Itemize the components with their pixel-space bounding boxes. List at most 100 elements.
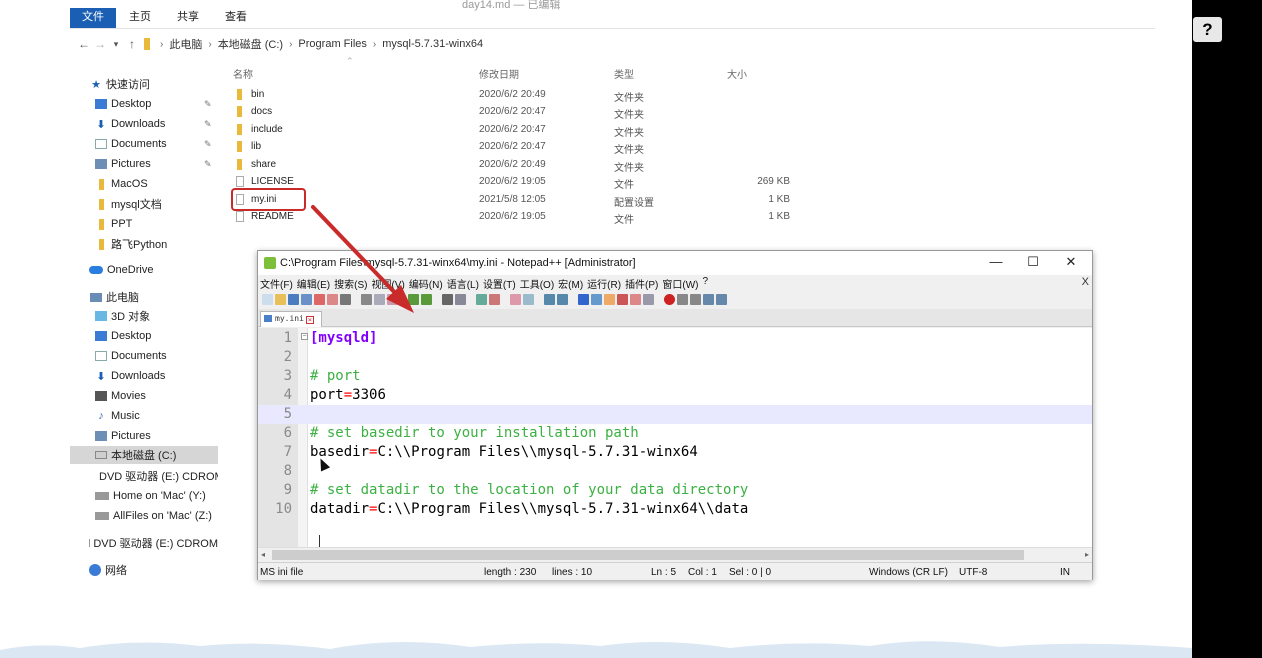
address-bar[interactable]: ← → ▾ ↑ › 此电脑 › 本地磁盘 (C:) › Program File…: [76, 34, 485, 54]
code-line[interactable]: 2: [258, 348, 1092, 367]
close-button[interactable]: ✕: [1057, 254, 1085, 270]
menu-plugins[interactable]: 插件(P): [625, 276, 658, 291]
save-all-icon[interactable]: [301, 293, 312, 305]
nav-quick-macos[interactable]: MacOS: [95, 175, 243, 193]
npp-title-bar[interactable]: C:\Program Files\mysql-5.7.31-winx64\my.…: [258, 251, 1092, 275]
sync-horizontal-icon[interactable]: [523, 293, 534, 305]
nav-quick-mysql-docs[interactable]: mysql文档: [95, 195, 243, 213]
nav-pc-dvd-drive[interactable]: DVD 驱动器 (E:) CDROM: [95, 467, 218, 485]
forward-arrow-icon[interactable]: →: [92, 37, 108, 51]
nav-pc-downloads[interactable]: ⬇ Downloads: [95, 367, 243, 385]
horizontal-scrollbar[interactable]: ◂ ▸: [258, 547, 1092, 561]
nav-pc-music[interactable]: ♪ Music: [95, 407, 243, 425]
indent-guide-icon[interactable]: [578, 293, 589, 305]
code-line[interactable]: 1 [mysqld]: [258, 329, 1092, 348]
file-row[interactable]: README 2020/6/2 19:05 文件 1 KB: [233, 208, 813, 226]
file-row[interactable]: docs 2020/6/2 20:47 文件夹: [233, 103, 813, 121]
back-arrow-icon[interactable]: ←: [76, 37, 92, 51]
show-all-chars-icon[interactable]: [557, 293, 568, 305]
up-arrow-icon[interactable]: ↑: [124, 37, 140, 51]
column-header-type[interactable]: 类型: [614, 66, 634, 81]
nav-dvd-drive[interactable]: DVD 驱动器 (E:) CDROM: [89, 534, 218, 552]
scroll-left-icon[interactable]: ◂: [261, 548, 265, 562]
word-wrap-icon[interactable]: [544, 293, 555, 305]
menu-language[interactable]: 语言(L): [447, 276, 479, 291]
code-line[interactable]: 6 # set basedir to your installation path: [258, 424, 1092, 443]
breadcrumb-program-files[interactable]: Program Files: [298, 38, 366, 50]
doc-map-icon[interactable]: [591, 293, 602, 305]
scroll-right-icon[interactable]: ▸: [1085, 548, 1089, 562]
breadcrumb-mysql[interactable]: mysql-5.7.31-winx64: [382, 38, 483, 50]
run-macro-multiple-icon[interactable]: [703, 293, 714, 305]
print-icon[interactable]: [340, 293, 351, 305]
menu-settings[interactable]: 设置(T): [483, 276, 516, 291]
stop-macro-icon[interactable]: [677, 293, 688, 305]
menu-file[interactable]: 文件(F): [260, 276, 293, 291]
column-header-size[interactable]: 大小: [727, 66, 747, 81]
menu-window[interactable]: 窗口(W): [662, 276, 698, 291]
nav-network[interactable]: 网络: [89, 561, 237, 579]
minimize-button[interactable]: —: [982, 254, 1010, 269]
menu-run[interactable]: 运行(R): [587, 276, 621, 291]
nav-quick-desktop[interactable]: Desktop ✎: [95, 95, 243, 113]
close-all-icon[interactable]: [327, 293, 338, 305]
tab-close-icon[interactable]: ×: [305, 316, 314, 324]
open-file-icon[interactable]: [275, 293, 286, 305]
save-icon[interactable]: [288, 293, 299, 305]
tab-my-ini[interactable]: my.ini ×: [260, 311, 322, 327]
nav-quick-pictures[interactable]: Pictures ✎: [95, 155, 243, 173]
nav-pc-pictures[interactable]: Pictures: [95, 427, 243, 445]
scrollbar-thumb[interactable]: [272, 550, 1024, 560]
menu-search[interactable]: 搜索(S): [334, 276, 367, 291]
menu-help[interactable]: ?: [703, 276, 709, 290]
code-editor[interactable]: 1 [mysqld] 2 3 # port 4 port=3306 5 6 # set based…: [258, 328, 1092, 547]
close-file-icon[interactable]: [314, 293, 325, 305]
close-document-button[interactable]: X: [1082, 276, 1089, 288]
file-row[interactable]: LICENSE 2020/6/2 19:05 文件 269 KB: [233, 173, 813, 191]
ribbon-tab-home[interactable]: 主页: [116, 8, 164, 28]
save-macro-icon[interactable]: [716, 293, 727, 305]
monitoring-icon[interactable]: [630, 293, 641, 305]
ribbon-tab-view[interactable]: 查看: [212, 8, 260, 28]
menu-tools[interactable]: 工具(O): [520, 276, 554, 291]
function-list-icon[interactable]: [604, 293, 615, 305]
maximize-button[interactable]: ☐: [1019, 254, 1047, 270]
play-macro-icon[interactable]: [690, 293, 701, 305]
nav-quick-lufei-python[interactable]: 路飞Python: [95, 235, 243, 253]
code-line[interactable]: 8: [258, 462, 1092, 481]
nav-quick-access[interactable]: ★ 快速访问: [90, 75, 238, 93]
file-row[interactable]: lib 2020/6/2 20:47 文件夹: [233, 138, 813, 156]
folder-workspace-icon[interactable]: [617, 293, 628, 305]
code-line[interactable]: 10 datadir=C:\\Program Files\\mysql-5.7.3…: [258, 500, 1092, 519]
nav-onedrive[interactable]: OneDrive: [89, 261, 237, 279]
code-line[interactable]: 3 # port: [258, 367, 1092, 386]
code-line[interactable]: 9 # set datadir to the location of your d…: [258, 481, 1092, 500]
code-line[interactable]: 5: [258, 405, 1092, 424]
nav-pc-documents[interactable]: Documents: [95, 347, 243, 365]
help-button[interactable]: ?: [1193, 17, 1222, 42]
replace-icon[interactable]: [455, 293, 466, 305]
record-macro-icon[interactable]: [664, 293, 675, 305]
file-row[interactable]: include 2020/6/2 20:47 文件夹: [233, 121, 813, 139]
nav-quick-ppt[interactable]: PPT: [95, 215, 243, 233]
nav-quick-documents[interactable]: Documents ✎: [95, 135, 243, 153]
nav-pc-desktop[interactable]: Desktop: [95, 327, 243, 345]
sync-vertical-icon[interactable]: [510, 293, 521, 305]
ribbon-tab-share[interactable]: 共享: [164, 8, 212, 28]
file-row[interactable]: share 2020/6/2 20:49 文件夹: [233, 156, 813, 174]
code-line[interactable]: 7 basedir=C:\\Program Files\\mysql-5.7.31…: [258, 443, 1092, 462]
ribbon-tab-file[interactable]: 文件: [70, 8, 116, 28]
new-file-icon[interactable]: [262, 293, 273, 305]
fold-toggle-icon[interactable]: −: [301, 333, 308, 340]
breadcrumb-local-disk[interactable]: 本地磁盘 (C:): [218, 36, 283, 52]
menu-encoding[interactable]: 编码(N): [409, 276, 443, 291]
nav-pc-3d-objects[interactable]: 3D 对象: [95, 307, 243, 325]
breadcrumb-this-pc[interactable]: 此电脑: [169, 36, 202, 52]
copy-icon[interactable]: [374, 293, 385, 305]
column-header-date[interactable]: 修改日期: [479, 66, 519, 81]
nav-this-pc[interactable]: 此电脑: [90, 288, 238, 306]
menu-edit[interactable]: 编辑(E): [297, 276, 330, 291]
redo-icon[interactable]: [421, 293, 432, 305]
menu-macro[interactable]: 宏(M): [558, 276, 583, 291]
nav-pc-local-disk[interactable]: 本地磁盘 (C:): [70, 446, 218, 464]
